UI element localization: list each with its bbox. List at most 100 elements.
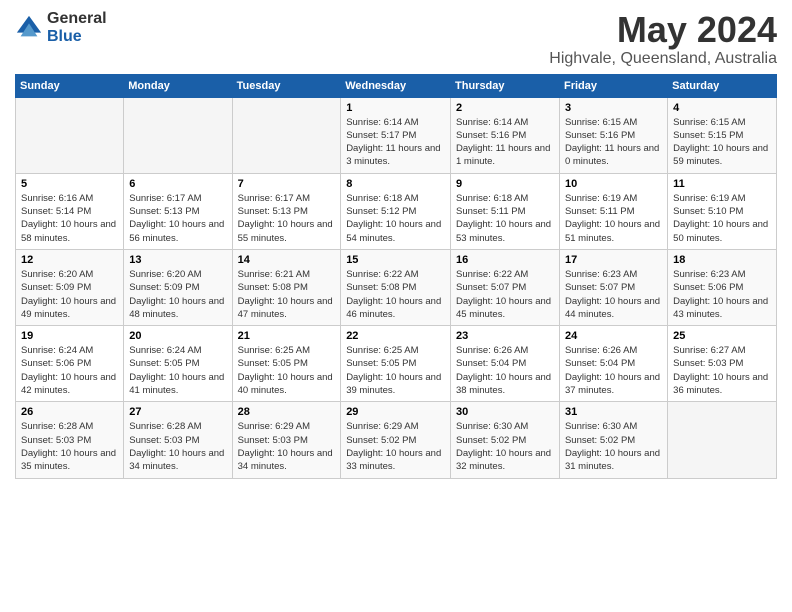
day-info: Sunrise: 6:24 AM Sunset: 5:06 PM Dayligh… — [21, 344, 118, 397]
day-number: 4 — [673, 102, 771, 114]
day-info: Sunrise: 6:14 AM Sunset: 5:16 PM Dayligh… — [456, 116, 554, 169]
calendar-cell: 22 Sunrise: 6:25 AM Sunset: 5:05 PM Dayli… — [341, 326, 451, 402]
day-info: Sunrise: 6:25 AM Sunset: 5:05 PM Dayligh… — [238, 344, 336, 397]
calendar-header: SundayMondayTuesdayWednesdayThursdayFrid… — [16, 74, 777, 97]
month-title: May 2024 — [549, 10, 777, 50]
calendar-cell: 20Sunrise: 6:24 AM Sunset: 5:05 PM Dayli… — [124, 326, 232, 402]
day-info: Sunrise: 6:29 AM Sunset: 5:02 PM Dayligh… — [346, 420, 445, 473]
day-info: Sunrise: 6:18 AM Sunset: 5:12 PM Dayligh… — [346, 192, 445, 245]
calendar-cell: 3 Sunrise: 6:15 AM Sunset: 5:16 PM Daylig… — [559, 97, 667, 173]
day-number: 16 — [456, 254, 554, 266]
calendar-cell: 18 Sunrise: 6:23 AM Sunset: 5:06 PM Dayli… — [668, 249, 777, 325]
calendar-cell: 8 Sunrise: 6:18 AM Sunset: 5:12 PM Daylig… — [341, 173, 451, 249]
calendar-cell: 6 Sunrise: 6:17 AM Sunset: 5:13 PM Daylig… — [124, 173, 232, 249]
day-info: Sunrise: 6:22 AM Sunset: 5:08 PM Dayligh… — [346, 268, 445, 321]
day-info: Sunrise: 6:19 AM Sunset: 5:11 PM Dayligh… — [565, 192, 662, 245]
day-info: Sunrise: 6:17 AM Sunset: 5:13 PM Dayligh… — [238, 192, 336, 245]
day-info: Sunrise: 6:25 AM Sunset: 5:05 PM Dayligh… — [346, 344, 445, 397]
day-number: 10 — [565, 178, 662, 190]
day-info: Sunrise: 6:29 AM Sunset: 5:03 PM Dayligh… — [238, 420, 336, 473]
day-number: 25 — [673, 330, 771, 342]
calendar-cell: 31 Sunrise: 6:30 AM Sunset: 5:02 PM Dayli… — [559, 402, 667, 478]
day-number: 7 — [238, 178, 336, 190]
day-of-week-header: Monday — [124, 74, 232, 97]
logo-blue: Blue — [47, 28, 107, 46]
calendar-cell: 14Sunrise: 6:21 AM Sunset: 5:08 PM Dayli… — [232, 249, 341, 325]
calendar-cell: 15Sunrise: 6:22 AM Sunset: 5:08 PM Dayli… — [341, 249, 451, 325]
day-number: 13 — [129, 254, 226, 266]
day-info: Sunrise: 6:15 AM Sunset: 5:15 PM Dayligh… — [673, 116, 771, 169]
day-of-week-header: Tuesday — [232, 74, 341, 97]
day-number: 22 — [346, 330, 445, 342]
logo: General Blue — [15, 10, 107, 45]
calendar-cell: 23Sunrise: 6:26 AM Sunset: 5:04 PM Dayli… — [451, 326, 560, 402]
day-info: Sunrise: 6:26 AM Sunset: 5:04 PM Dayligh… — [456, 344, 554, 397]
calendar-cell: 5 Sunrise: 6:16 AM Sunset: 5:14 PM Daylig… — [16, 173, 124, 249]
day-number: 14 — [238, 254, 336, 266]
day-number: 6 — [129, 178, 226, 190]
calendar-cell: 11Sunrise: 6:19 AM Sunset: 5:10 PM Dayli… — [668, 173, 777, 249]
day-number: 26 — [21, 406, 118, 418]
day-info: Sunrise: 6:20 AM Sunset: 5:09 PM Dayligh… — [129, 268, 226, 321]
day-number: 17 — [565, 254, 662, 266]
logo-icon — [15, 14, 43, 42]
day-number: 8 — [346, 178, 445, 190]
day-number: 18 — [673, 254, 771, 266]
day-number: 3 — [565, 102, 662, 114]
calendar-cell: 24 Sunrise: 6:26 AM Sunset: 5:04 PM Dayli… — [559, 326, 667, 402]
page-header: General Blue May 2024 Highvale, Queensla… — [15, 10, 777, 68]
calendar-cell — [232, 97, 341, 173]
calendar-cell: 9Sunrise: 6:18 AM Sunset: 5:11 PM Daylig… — [451, 173, 560, 249]
calendar-body: 1Sunrise: 6:14 AM Sunset: 5:17 PM Daylig… — [16, 97, 777, 478]
day-info: Sunrise: 6:17 AM Sunset: 5:13 PM Dayligh… — [129, 192, 226, 245]
calendar-table: SundayMondayTuesdayWednesdayThursdayFrid… — [15, 74, 777, 479]
day-number: 21 — [238, 330, 336, 342]
day-info: Sunrise: 6:18 AM Sunset: 5:11 PM Dayligh… — [456, 192, 554, 245]
calendar-cell: 16 Sunrise: 6:22 AM Sunset: 5:07 PM Dayli… — [451, 249, 560, 325]
calendar-week-row: 26 Sunrise: 6:28 AM Sunset: 5:03 PM Dayli… — [16, 402, 777, 478]
day-of-week-header: Sunday — [16, 74, 124, 97]
day-of-week-header: Friday — [559, 74, 667, 97]
calendar-cell: 2 Sunrise: 6:14 AM Sunset: 5:16 PM Daylig… — [451, 97, 560, 173]
logo-general: General — [47, 10, 107, 28]
day-info: Sunrise: 6:16 AM Sunset: 5:14 PM Dayligh… — [21, 192, 118, 245]
day-number: 12 — [21, 254, 118, 266]
day-number: 28 — [238, 406, 336, 418]
day-info: Sunrise: 6:22 AM Sunset: 5:07 PM Dayligh… — [456, 268, 554, 321]
day-info: Sunrise: 6:27 AM Sunset: 5:03 PM Dayligh… — [673, 344, 771, 397]
logo-text: General Blue — [47, 10, 107, 45]
calendar-cell: 28 Sunrise: 6:29 AM Sunset: 5:03 PM Dayli… — [232, 402, 341, 478]
day-info: Sunrise: 6:28 AM Sunset: 5:03 PM Dayligh… — [129, 420, 226, 473]
calendar-week-row: 1Sunrise: 6:14 AM Sunset: 5:17 PM Daylig… — [16, 97, 777, 173]
day-number: 5 — [21, 178, 118, 190]
title-section: May 2024 Highvale, Queensland, Australia — [549, 10, 777, 68]
day-info: Sunrise: 6:23 AM Sunset: 5:07 PM Dayligh… — [565, 268, 662, 321]
calendar-cell: 4 Sunrise: 6:15 AM Sunset: 5:15 PM Daylig… — [668, 97, 777, 173]
day-info: Sunrise: 6:23 AM Sunset: 5:06 PM Dayligh… — [673, 268, 771, 321]
calendar-cell: 27 Sunrise: 6:28 AM Sunset: 5:03 PM Dayli… — [124, 402, 232, 478]
day-info: Sunrise: 6:30 AM Sunset: 5:02 PM Dayligh… — [565, 420, 662, 473]
calendar-cell: 19 Sunrise: 6:24 AM Sunset: 5:06 PM Dayli… — [16, 326, 124, 402]
calendar-cell: 29 Sunrise: 6:29 AM Sunset: 5:02 PM Dayli… — [341, 402, 451, 478]
day-info: Sunrise: 6:15 AM Sunset: 5:16 PM Dayligh… — [565, 116, 662, 169]
day-number: 29 — [346, 406, 445, 418]
calendar-cell: 10 Sunrise: 6:19 AM Sunset: 5:11 PM Dayli… — [559, 173, 667, 249]
calendar-week-row: 19 Sunrise: 6:24 AM Sunset: 5:06 PM Dayli… — [16, 326, 777, 402]
calendar-cell: 26Sunrise: 6:28 AM Sunset: 5:03 PM Dayli… — [16, 402, 124, 478]
day-number: 1 — [346, 102, 445, 114]
calendar-week-row: 12 Sunrise: 6:20 AM Sunset: 5:09 PM Dayli… — [16, 249, 777, 325]
calendar-cell: 1Sunrise: 6:14 AM Sunset: 5:17 PM Daylig… — [341, 97, 451, 173]
day-number: 27 — [129, 406, 226, 418]
day-number: 31 — [565, 406, 662, 418]
day-info: Sunrise: 6:20 AM Sunset: 5:09 PM Dayligh… — [21, 268, 118, 321]
day-of-week-header: Saturday — [668, 74, 777, 97]
calendar-week-row: 5 Sunrise: 6:16 AM Sunset: 5:14 PM Daylig… — [16, 173, 777, 249]
day-number: 11 — [673, 178, 771, 190]
day-of-week-header: Wednesday — [341, 74, 451, 97]
day-info: Sunrise: 6:26 AM Sunset: 5:04 PM Dayligh… — [565, 344, 662, 397]
day-info: Sunrise: 6:24 AM Sunset: 5:05 PM Dayligh… — [129, 344, 226, 397]
location-title: Highvale, Queensland, Australia — [549, 50, 777, 68]
day-number: 19 — [21, 330, 118, 342]
day-number: 2 — [456, 102, 554, 114]
day-number: 24 — [565, 330, 662, 342]
